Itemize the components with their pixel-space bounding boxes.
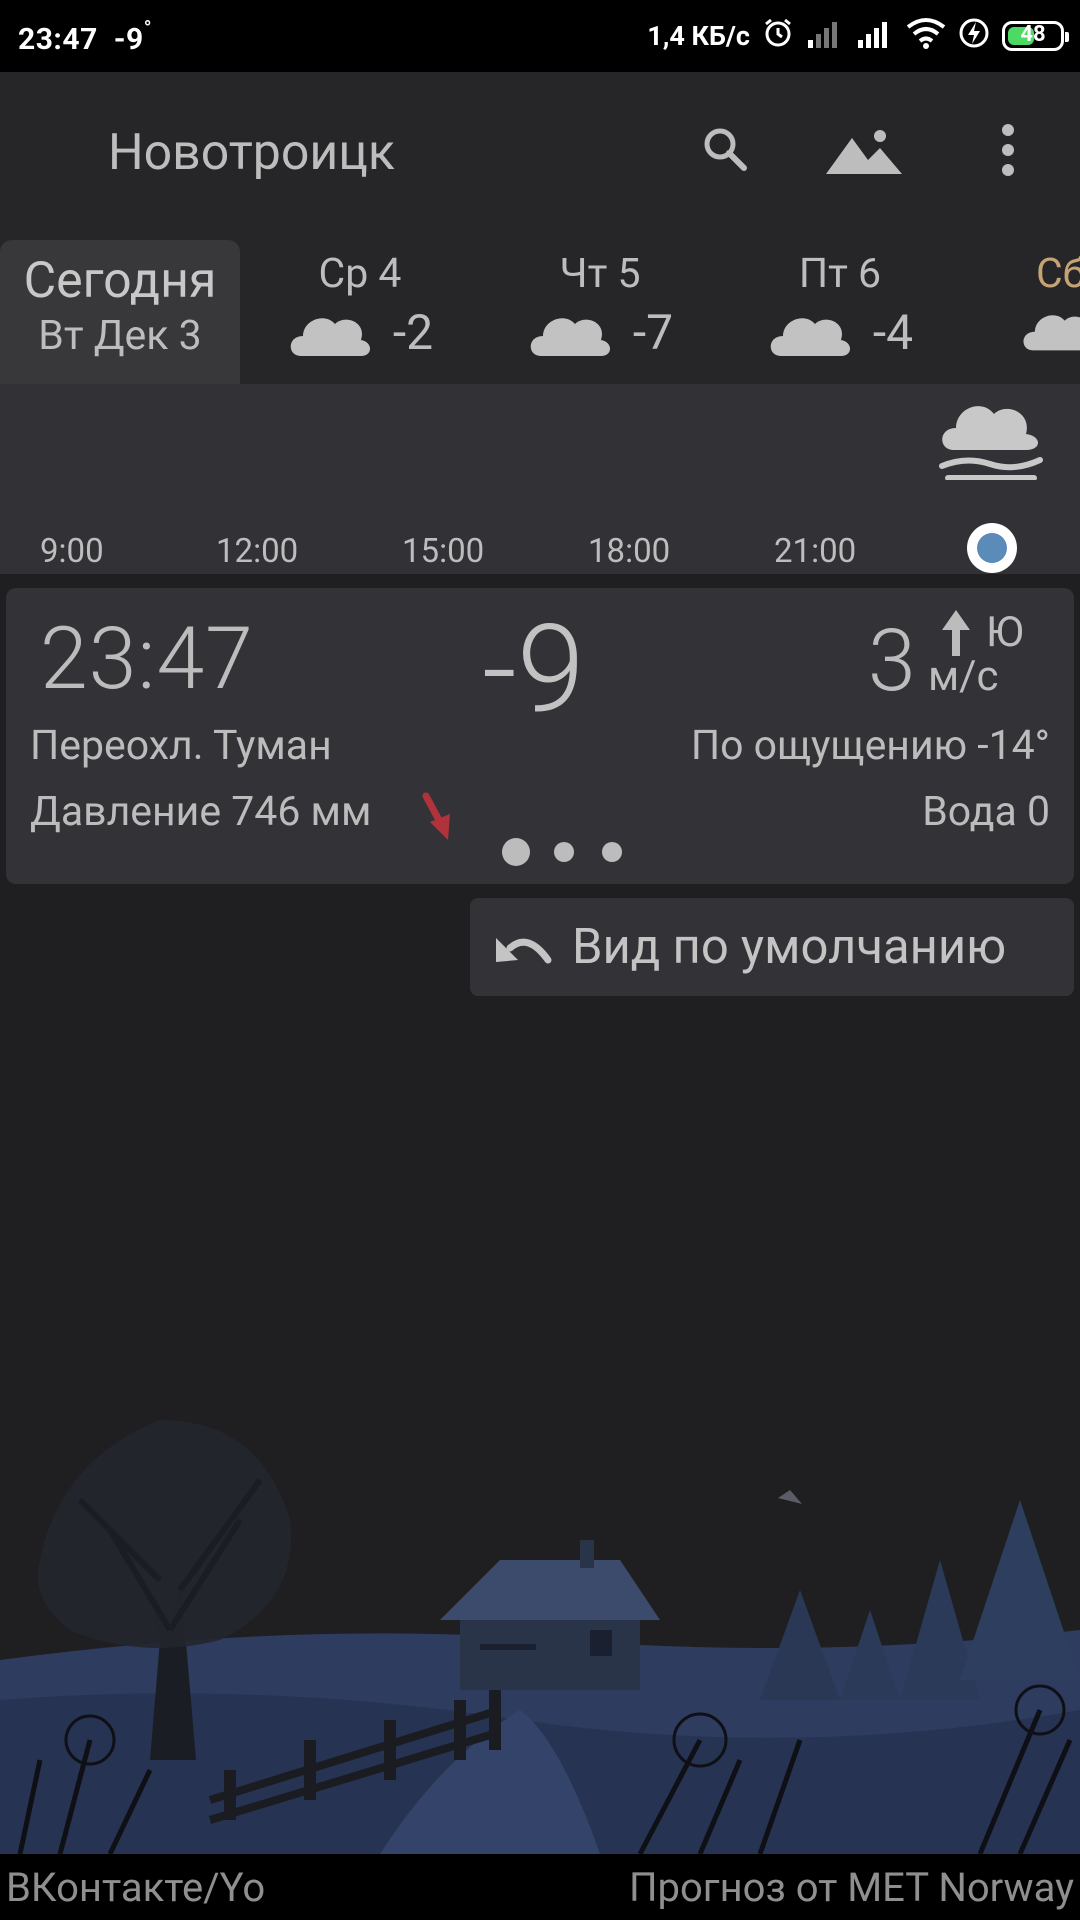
status-deg: °	[143, 16, 153, 40]
wind-unit: м/с	[928, 652, 999, 701]
city-title[interactable]: Новотроицк	[108, 124, 395, 182]
pressure-down-arrow-icon	[422, 792, 450, 840]
day-name: Чт 5	[559, 250, 641, 298]
status-time-temp: 23:47 -9°	[18, 16, 152, 57]
wind-arrow-icon	[942, 610, 970, 656]
status-temp: -9	[113, 22, 144, 57]
battery-level: 48	[1020, 22, 1046, 47]
status-time: 23:47	[18, 22, 98, 57]
today-date: Вт Дек 3	[38, 312, 202, 360]
day-tabs: Сегодня Вт Дек 3 Ср 4 -2 Чт 5 -7 Пт 6 -4…	[0, 240, 1080, 384]
feels-like: По ощущению -14°	[690, 722, 1050, 770]
cloud-icon	[1023, 315, 1080, 351]
day-tab[interactable]: Сб	[1020, 240, 1080, 384]
hour-label: 21:00	[774, 532, 857, 571]
page-indicator-dot	[554, 842, 574, 862]
day-temp: -4	[872, 304, 914, 361]
day-name: Пт 6	[798, 250, 882, 298]
status-icons: 1,4 КБ/с 48	[647, 14, 1069, 58]
forecast-source-link[interactable]: Прогноз от MET Norway	[629, 1864, 1074, 1911]
fog-icon	[939, 406, 1043, 480]
wifi-icon	[906, 17, 946, 56]
landscape-icon[interactable]	[824, 126, 904, 180]
hour-label: 18:00	[588, 532, 671, 571]
day-name: Ср 4	[318, 250, 402, 298]
vk-link[interactable]: ВКонтакте/Yo	[6, 1864, 265, 1911]
hour-label: 12:00	[216, 532, 299, 571]
day-tab-today[interactable]: Сегодня Вт Дек 3	[0, 240, 240, 384]
winter-scene-illustration	[0, 1420, 1080, 1854]
cloud-icon	[290, 317, 370, 356]
day-name: Сб	[1036, 250, 1080, 298]
current-weather-card[interactable]: 23:47 -9 3 Ю м/с Переохл. Туман По ощуще…	[6, 588, 1074, 884]
search-icon[interactable]	[700, 124, 750, 178]
page-indicator-dot	[602, 842, 622, 862]
default-view-button[interactable]: Вид по умолчанию	[470, 898, 1074, 996]
footer: ВКонтакте/Yo Прогноз от MET Norway	[0, 1854, 1080, 1920]
day-temp: -7	[632, 304, 674, 361]
undo-icon	[496, 938, 552, 964]
more-vert-icon[interactable]	[994, 122, 1022, 182]
day-tab[interactable]: Ср 4 -2	[260, 240, 460, 384]
alarm-icon	[762, 17, 794, 56]
status-bar: 23:47 -9° 1,4 КБ/с 48	[0, 0, 1080, 72]
cloud-icon	[770, 317, 850, 356]
day-temp: -2	[392, 304, 434, 361]
page-indicator-dot	[502, 838, 530, 866]
day-tab[interactable]: Чт 5 -7	[500, 240, 700, 384]
weather-description: Переохл. Туман	[30, 722, 332, 770]
water-temp: Вода 0	[922, 788, 1050, 836]
current-time-marker[interactable]	[967, 523, 1017, 573]
wind-speed: 3	[868, 610, 916, 711]
signal-icon	[856, 18, 894, 55]
default-view-label: Вид по умолчанию	[572, 918, 1007, 975]
charging-icon	[958, 17, 990, 56]
today-label: Сегодня	[23, 252, 217, 310]
current-temp: -9	[482, 598, 585, 741]
hourly-forecast[interactable]: 9:00 12:00 15:00 18:00 21:00	[0, 384, 1080, 574]
hour-label: 9:00	[40, 532, 104, 571]
signal-icon	[806, 18, 844, 55]
pressure: Давление 746 мм	[30, 788, 372, 836]
hour-label: 15:00	[402, 532, 485, 571]
net-speed: 1,4 КБ/с	[647, 20, 750, 52]
cloud-icon	[530, 317, 610, 356]
current-time: 23:47	[40, 608, 254, 709]
app-bar: Новотроицк	[0, 72, 1080, 240]
wind-direction: Ю	[986, 608, 1024, 657]
day-tab[interactable]: Пт 6 -4	[740, 240, 940, 384]
battery-icon: 48	[1002, 21, 1069, 51]
